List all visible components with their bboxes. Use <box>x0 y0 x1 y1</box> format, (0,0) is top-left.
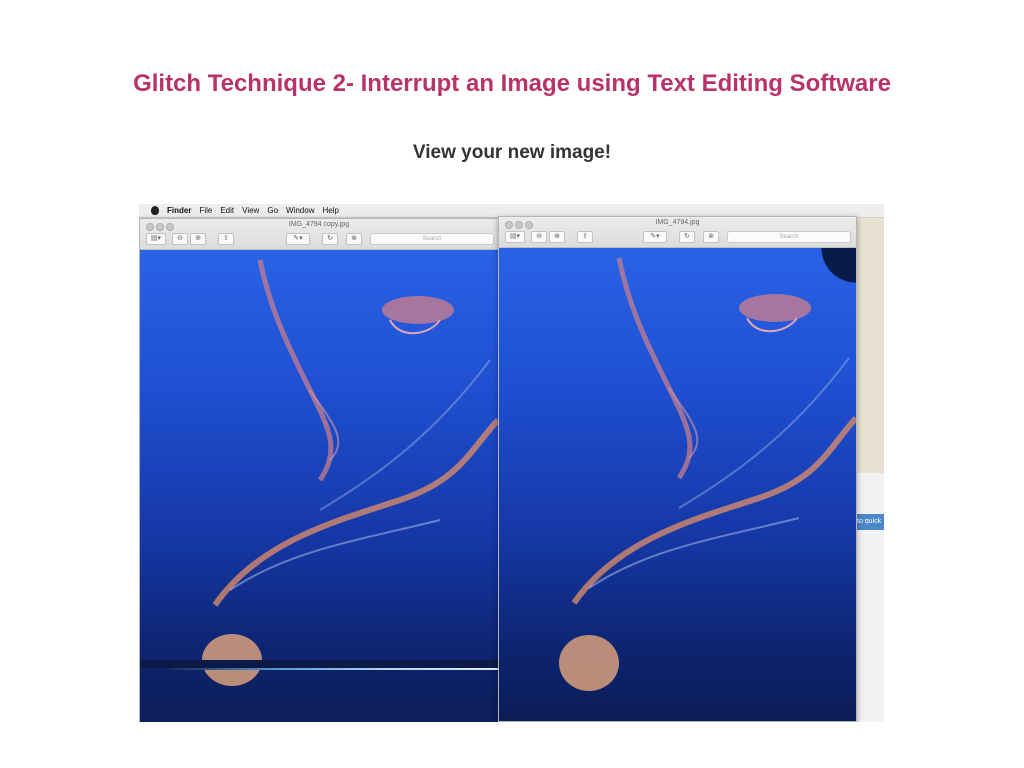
window-titlebar[interactable]: IMG_4794 copy.jpg ▤▾ ⊖ ⊕ ⇪ ✎▾ ↻ ⊗ Search <box>140 219 498 250</box>
window-titlebar[interactable]: IMG_4794.jpg ▤▾ ⊖ ⊕ ⇪ ✎▾ ↻ ⊗ Search <box>499 217 856 248</box>
markup-toolbar-icon[interactable]: ⊗ <box>703 231 719 243</box>
glitch-band <box>140 660 498 668</box>
background-link[interactable]: to quick <box>855 514 884 530</box>
preview-window-original[interactable]: IMG_4794.jpg ▤▾ ⊖ ⊕ ⇪ ✎▾ ↻ ⊗ Search <box>498 216 857 722</box>
jellyfish-illustration <box>559 257 856 691</box>
markup-pen-icon[interactable]: ✎▾ <box>286 233 310 245</box>
screenshot-image: Finder File Edit View Go Window Help to … <box>139 204 884 722</box>
menu-finder[interactable]: Finder <box>167 204 191 217</box>
menu-go[interactable]: Go <box>267 204 278 217</box>
tank-corner <box>816 248 856 288</box>
share-icon[interactable]: ⇪ <box>218 233 234 245</box>
apple-icon[interactable] <box>151 206 159 215</box>
menu-help[interactable]: Help <box>322 204 338 217</box>
menu-edit[interactable]: Edit <box>220 204 234 217</box>
slide-title: Glitch Technique 2- Interrupt an Image u… <box>133 70 891 97</box>
rotate-icon[interactable]: ↻ <box>322 233 338 245</box>
glitch-lower-region <box>140 695 498 722</box>
search-input[interactable]: Search <box>370 233 494 245</box>
jellyfish-illustration <box>202 259 498 686</box>
zoom-out-icon[interactable]: ⊖ <box>172 233 188 245</box>
desktop-background <box>856 218 884 473</box>
markup-pen-icon[interactable]: ✎▾ <box>643 231 667 243</box>
zoom-in-icon[interactable]: ⊕ <box>549 231 565 243</box>
menu-file[interactable]: File <box>199 204 212 217</box>
window-title: IMG_4794 copy.jpg <box>288 221 350 228</box>
menu-view[interactable]: View <box>242 204 259 217</box>
sidebar-toggle-icon[interactable]: ▤▾ <box>505 231 525 243</box>
sidebar-toggle-icon[interactable]: ▤▾ <box>146 233 166 245</box>
preview-window-glitched[interactable]: IMG_4794 copy.jpg ▤▾ ⊖ ⊕ ⇪ ✎▾ ↻ ⊗ Search <box>139 218 499 722</box>
window-title: IMG_4794.jpg <box>655 219 700 226</box>
search-input[interactable]: Search <box>727 231 851 243</box>
glitch-streak <box>170 668 498 670</box>
menu-window[interactable]: Window <box>286 204 314 217</box>
background-window <box>856 473 884 722</box>
share-icon[interactable]: ⇪ <box>577 231 593 243</box>
zoom-in-icon[interactable]: ⊕ <box>190 233 206 245</box>
glitched-jellyfish-photo <box>140 250 498 722</box>
rotate-icon[interactable]: ↻ <box>679 231 695 243</box>
markup-toolbar-icon[interactable]: ⊗ <box>346 233 362 245</box>
slide-subtitle: View your new image! <box>412 142 612 163</box>
original-jellyfish-photo <box>499 248 856 721</box>
zoom-out-icon[interactable]: ⊖ <box>531 231 547 243</box>
